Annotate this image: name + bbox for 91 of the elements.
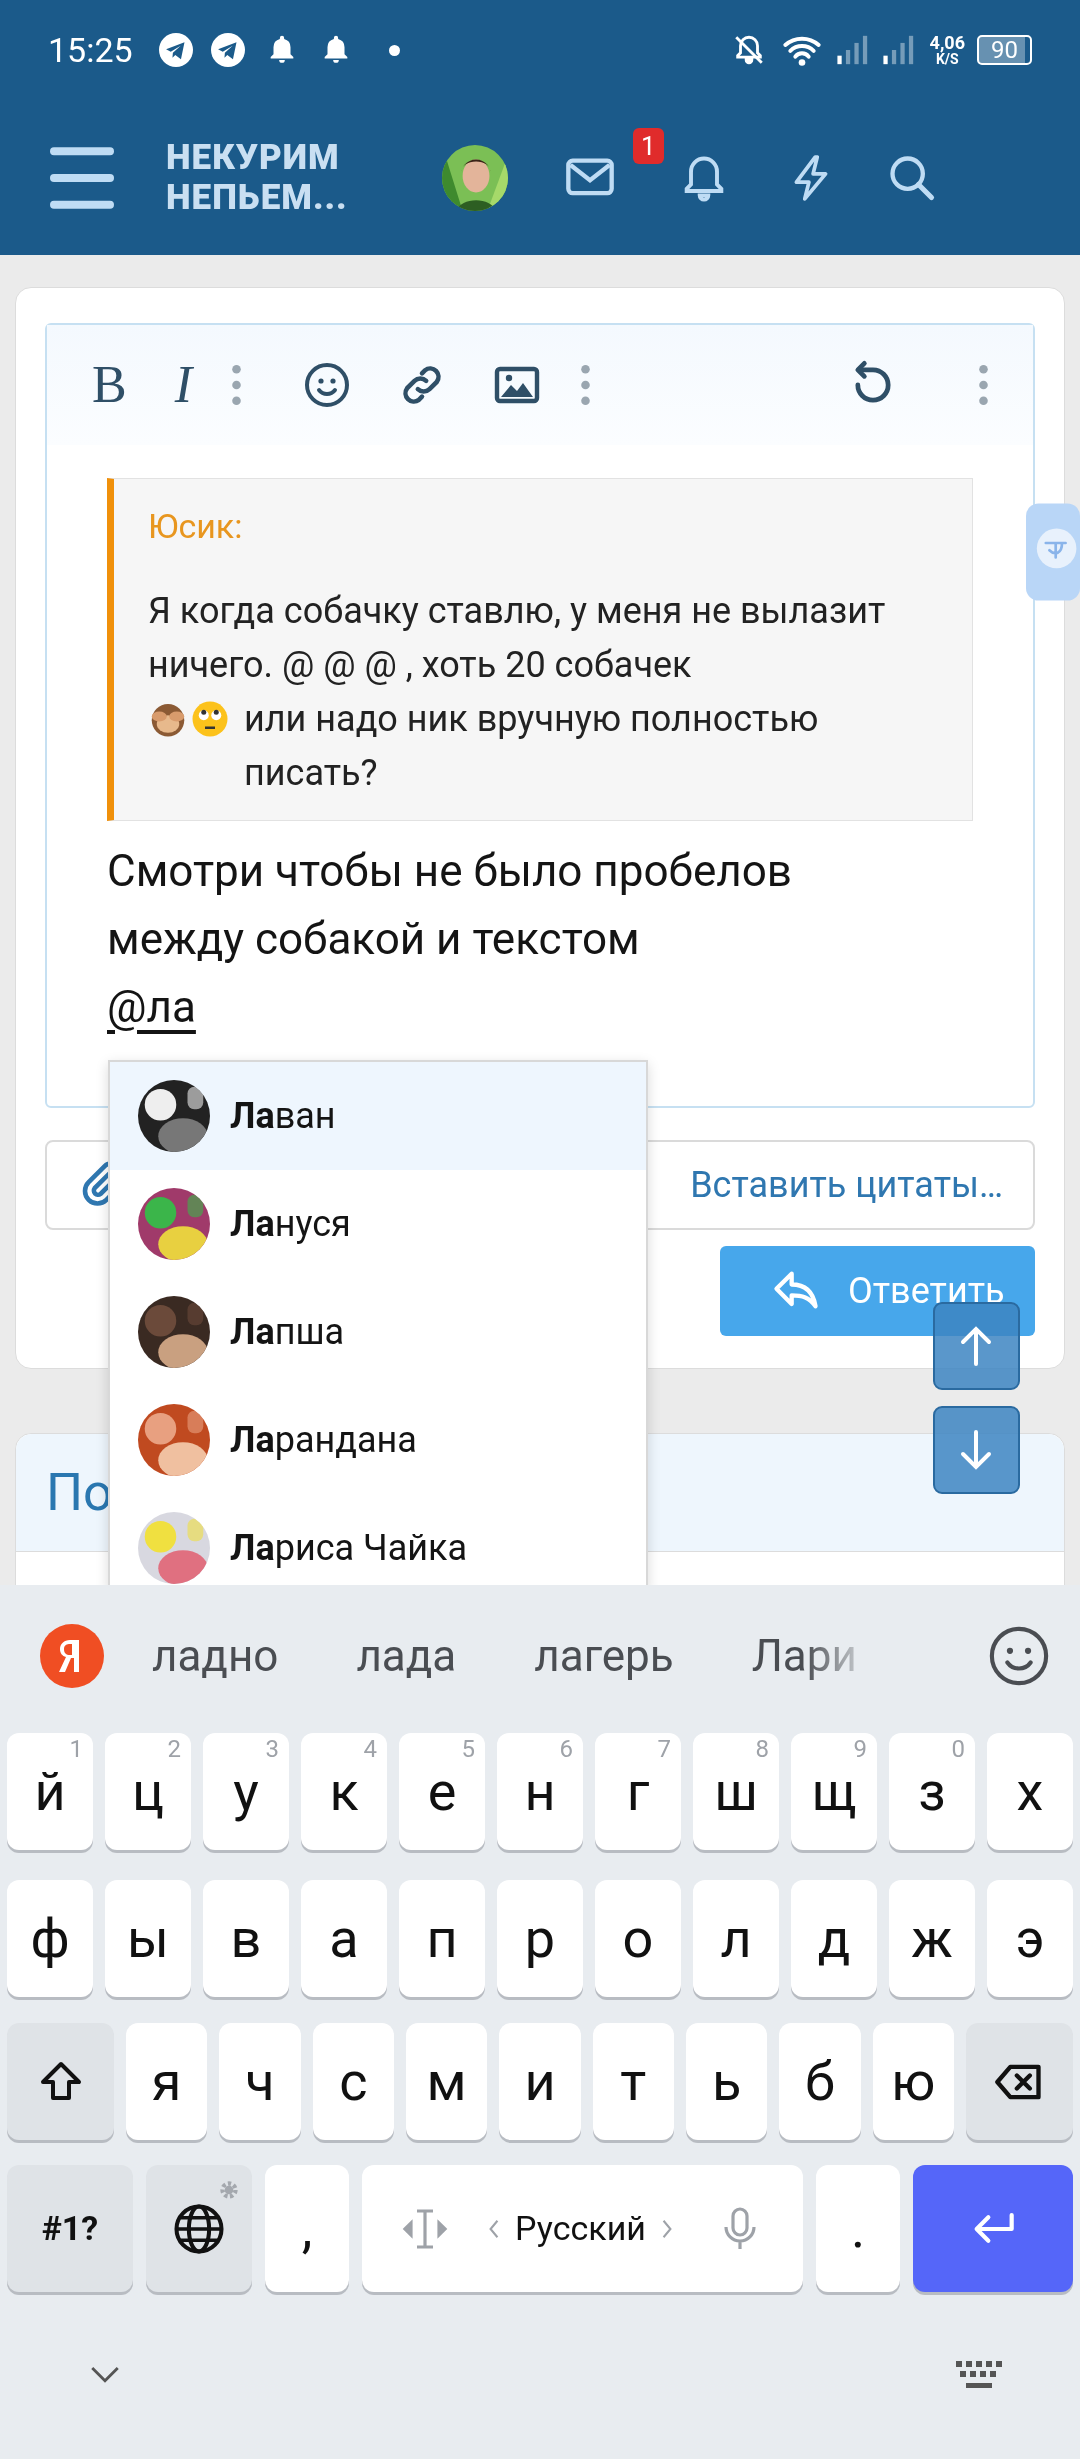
mention-option[interactable]: Лариса Чайка xyxy=(110,1494,646,1585)
mention-name: Ларандана xyxy=(230,1418,417,1463)
keyboard-key[interactable]: х xyxy=(987,1733,1073,1850)
key-hint: 6 xyxy=(559,1737,573,1761)
suggestion-word[interactable]: лагерь xyxy=(534,1623,674,1689)
keyboard-key[interactable]: в xyxy=(203,1880,289,1997)
mention-name: Лапша xyxy=(230,1310,345,1355)
signal-icon xyxy=(881,33,916,67)
battery-indicator: 90 xyxy=(977,35,1032,65)
dot-icon xyxy=(388,44,400,56)
key-hint: 7 xyxy=(657,1737,671,1761)
key-hint: 1 xyxy=(69,1737,83,1761)
mention-option[interactable]: Лануся xyxy=(110,1170,646,1278)
keyboard-key[interactable]: к 4 xyxy=(301,1733,387,1850)
smiley-icon[interactable] xyxy=(303,361,351,409)
space-key[interactable]: Русский xyxy=(362,2165,803,2292)
scroll-up-button[interactable] xyxy=(933,1302,1020,1390)
keyboard-key[interactable]: н 6 xyxy=(497,1733,583,1850)
language-key[interactable] xyxy=(146,2165,252,2292)
keyboard-key[interactable]: ю xyxy=(872,2023,954,2140)
keyboard-key[interactable]: г 7 xyxy=(595,1733,681,1850)
keyboard-key[interactable]: ц 2 xyxy=(105,1733,191,1850)
message-text: Смотри чтобы не было пробелов между собакой и текстом xyxy=(107,844,793,967)
keyboard-key[interactable]: э xyxy=(987,1880,1073,1997)
section-title: По xyxy=(46,1460,113,1525)
key-hint: 4 xyxy=(363,1737,377,1761)
telegram-icon xyxy=(210,33,245,67)
key-hint: 9 xyxy=(853,1737,867,1761)
keyboard-key[interactable]: ж xyxy=(889,1880,975,1997)
key-hint: 8 xyxy=(755,1737,769,1761)
keyboard-key[interactable]: л xyxy=(693,1880,779,1997)
emoji-icon[interactable] xyxy=(988,1625,1050,1687)
mention-name: Лариса Чайка xyxy=(230,1526,468,1571)
eye-roll-emoji-icon xyxy=(190,699,230,739)
keyboard-key[interactable]: т xyxy=(592,2023,674,2140)
keyboard-key[interactable]: щ 9 xyxy=(791,1733,877,1850)
suggestion-word[interactable]: ладно xyxy=(152,1623,279,1689)
quote-text: или надо ник вручную полностью писать? xyxy=(244,697,820,796)
key-hint: 5 xyxy=(461,1737,475,1761)
status-time: 15:25 xyxy=(48,28,133,72)
mention-option[interactable]: Ларандана xyxy=(110,1386,646,1494)
mention-option[interactable]: Лаван xyxy=(110,1062,646,1170)
insert-quotes-button[interactable]: Вставить цитаты… xyxy=(690,1158,1003,1212)
keyboard-key[interactable]: б xyxy=(779,2023,861,2140)
keyboard-key[interactable]: ш 8 xyxy=(693,1733,779,1850)
enter-key[interactable] xyxy=(913,2165,1073,2292)
keyboard-key[interactable]: з 0 xyxy=(889,1733,975,1850)
italic-button[interactable]: I xyxy=(174,359,192,411)
mention-name: Лануся xyxy=(230,1202,351,1247)
keyboard-key[interactable]: ы xyxy=(105,1880,191,1997)
keyboard-key[interactable]: е 5 xyxy=(399,1733,485,1850)
signal-icon xyxy=(835,33,870,67)
keyboard-key[interactable]: а xyxy=(301,1880,387,1997)
shift-key[interactable] xyxy=(7,2023,114,2140)
keyboard-key[interactable]: ь xyxy=(685,2023,768,2140)
keyboard-key[interactable]: д xyxy=(791,1880,877,1997)
keyboard-key[interactable]: о xyxy=(595,1880,681,1997)
network-unit: K/S xyxy=(935,52,959,66)
keyboard-key[interactable]: ч xyxy=(219,2023,301,2140)
telegram-icon xyxy=(158,33,193,67)
notification-badge: 1 xyxy=(633,127,664,164)
mention-option[interactable]: Лапша xyxy=(110,1278,646,1386)
keyboard-key[interactable]: ф xyxy=(7,1880,93,1997)
language-label: Русский xyxy=(515,2207,646,2250)
menu-icon[interactable] xyxy=(50,146,114,209)
keyboard-key[interactable]: п xyxy=(399,1880,485,1997)
keyboard-key[interactable]: у 3 xyxy=(203,1733,289,1850)
key-hint: 3 xyxy=(265,1737,279,1761)
keyboard-key[interactable]: я xyxy=(126,2023,208,2140)
keyboard-key[interactable]: й 1 xyxy=(7,1733,93,1850)
suggestion-word[interactable]: лада xyxy=(356,1623,457,1689)
keyboard-key[interactable]: . xyxy=(816,2165,900,2292)
site-logo-text[interactable]: НЕКУРИМ xyxy=(166,137,366,178)
yandex-logo-icon[interactable] xyxy=(40,1624,104,1688)
keyboard-key[interactable]: р xyxy=(497,1880,583,1997)
keyboard-key[interactable]: м xyxy=(406,2023,488,2140)
keyboard-key[interactable]: и xyxy=(499,2023,581,2140)
key-hint: 0 xyxy=(951,1737,965,1761)
quote-author: Юсик: xyxy=(148,505,244,548)
network-speed: 4,06 xyxy=(929,34,965,52)
keyboard-icon[interactable] xyxy=(956,2361,1002,2389)
scroll-down-button[interactable] xyxy=(933,1406,1020,1494)
symbols-key[interactable]: #1? xyxy=(7,2165,133,2292)
keyboard-key[interactable]: , xyxy=(265,2165,349,2292)
backspace-key[interactable] xyxy=(965,2023,1073,2140)
bold-button[interactable]: B xyxy=(92,359,127,411)
keyboard-key[interactable]: с xyxy=(312,2023,394,2140)
key-hint: 2 xyxy=(167,1737,181,1761)
mention-text: @ла xyxy=(107,980,196,1035)
mention-name: Лаван xyxy=(230,1094,336,1139)
site-logo-text[interactable]: НЕПЬЕМ... xyxy=(166,177,366,218)
